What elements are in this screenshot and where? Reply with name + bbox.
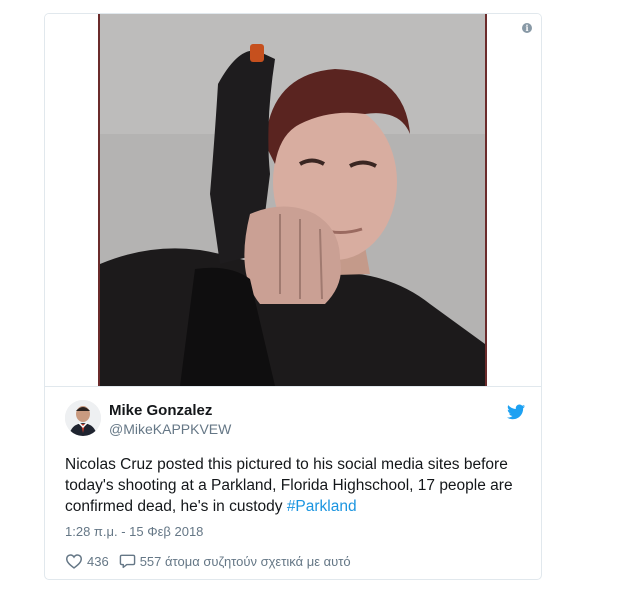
like-button[interactable]: 436 (65, 553, 109, 569)
reply-bubble-icon (119, 554, 135, 569)
info-icon[interactable]: i (522, 23, 532, 33)
heart-icon (65, 554, 83, 569)
tweet-timestamp[interactable]: 1:28 π.μ. - 15 Φεβ 2018 (65, 524, 203, 539)
hashtag-link[interactable]: #Parkland (287, 498, 357, 515)
avatar[interactable] (65, 400, 101, 436)
twitter-bird-icon[interactable] (507, 404, 525, 420)
author-name[interactable]: Mike Gonzalez (109, 402, 212, 419)
embedded-tweet-card: i Mike Gonzalez @MikeKAPPKVEW Nicolas Cr… (44, 13, 542, 580)
avatar-image (65, 400, 101, 436)
tweet-actions: 436 557 άτομα συζητούν σχετικά με αυτό (65, 551, 361, 571)
tweet-header: Mike Gonzalez @MikeKAPPKVEW (65, 400, 525, 440)
photo-illustration (100, 14, 485, 386)
reply-count-text: 557 άτομα συζητούν σχετικά με αυτό (139, 553, 351, 569)
tweet-media[interactable]: i (45, 14, 541, 386)
reply-button[interactable]: 557 άτομα συζητούν σχετικά με αυτό (119, 553, 351, 569)
tweet-photo[interactable] (98, 14, 487, 386)
author-handle[interactable]: @MikeKAPPKVEW (109, 421, 231, 437)
tweet-text: Nicolas Cruz posted this pictured to his… (65, 454, 535, 517)
like-count: 436 (87, 553, 109, 569)
divider (45, 386, 541, 387)
